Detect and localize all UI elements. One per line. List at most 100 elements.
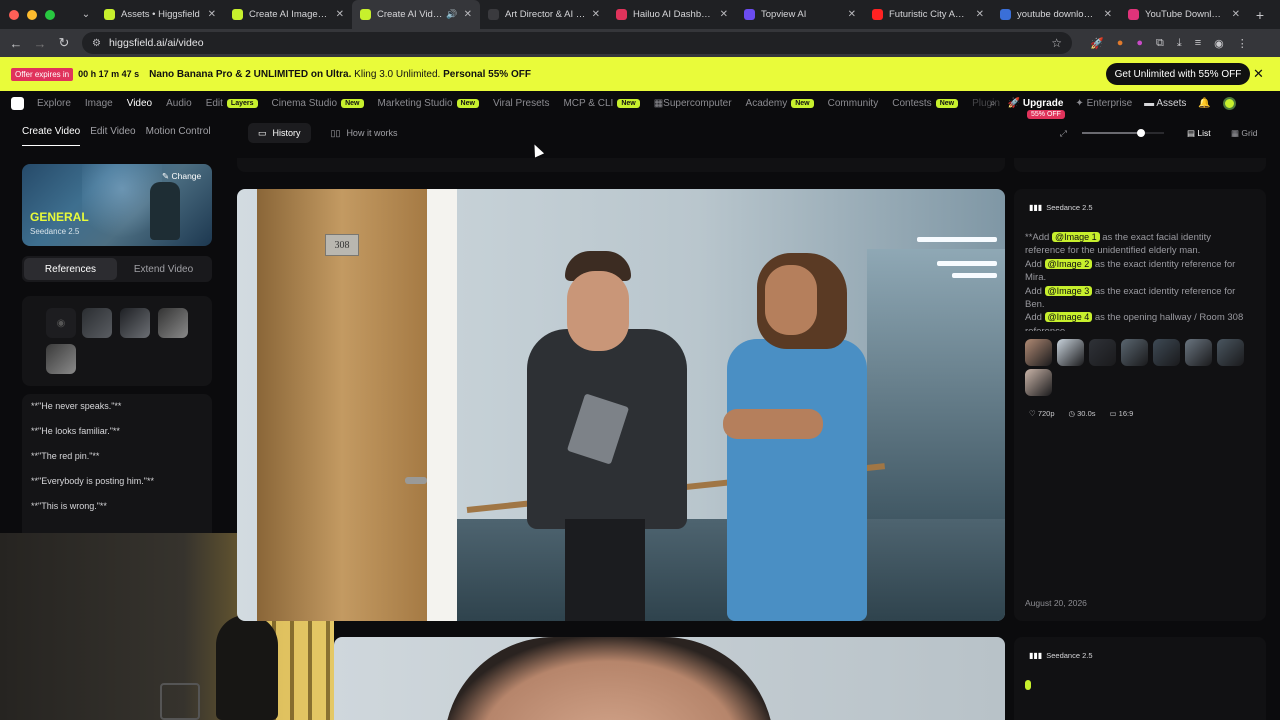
tab-audio-icon[interactable]: 🔊 [446, 9, 457, 20]
reference-thumbnail[interactable] [1121, 339, 1148, 366]
close-tab-icon[interactable]: ✕ [720, 9, 728, 20]
reference-thumbnail[interactable] [1025, 339, 1052, 366]
grid-view-button[interactable]: ▦ Grid [1231, 128, 1257, 139]
minimize-window-icon[interactable] [27, 9, 37, 20]
nav-item-edit[interactable]: Edit Layers [206, 98, 258, 109]
nav-item-video[interactable]: Video [127, 98, 152, 109]
browser-tab[interactable]: Create AI Videos 🔊 ✕ [352, 0, 480, 29]
nav-item-academy[interactable]: Academy New [746, 98, 814, 109]
reference-thumbnail[interactable] [1153, 339, 1180, 366]
nav-item-viral-presets[interactable]: Viral Presets [493, 98, 550, 109]
image-reference-tag[interactable]: @Image 3 [1044, 285, 1093, 296]
badge-extension-icon[interactable]: ● [1136, 37, 1143, 50]
browser-tab[interactable]: Assets • Higgsfield ✕ [96, 0, 224, 29]
close-tab-icon[interactable]: ✕ [976, 9, 984, 20]
browser-tab[interactable]: Topview AI ✕ [736, 0, 864, 29]
upgrade-button[interactable]: 🚀 Upgrade [1008, 98, 1064, 109]
close-tab-icon[interactable]: ✕ [1104, 9, 1112, 20]
image-reference-tag[interactable]: @Image 4 [1044, 312, 1093, 323]
references-tab[interactable]: References [24, 258, 117, 280]
reference-thumbnail[interactable] [46, 344, 76, 374]
browser-tab[interactable]: Art Director & AI Cre ✕ [480, 0, 608, 29]
avatar[interactable] [1222, 97, 1236, 110]
model-card[interactable]: ✎ Change GENERAL Seedance 2.5 [22, 164, 212, 246]
nav-item-contests[interactable]: Contests New [892, 98, 959, 109]
reference-thumbnail[interactable] [158, 308, 188, 338]
back-icon[interactable]: ← [4, 36, 28, 51]
nav-item-image[interactable]: Image [85, 98, 113, 109]
close-tab-icon[interactable]: ✕ [848, 9, 856, 20]
details-prompt[interactable]: **Add @Image 1 as the exact facial ident… [1025, 231, 1253, 331]
maximize-window-icon[interactable] [45, 9, 55, 20]
nav-item-marketing-studio[interactable]: Marketing Studio New [378, 98, 479, 109]
bookmark-star-icon[interactable]: ☆ [1051, 36, 1062, 50]
new-tab-button[interactable]: + [1248, 7, 1272, 23]
higgsfield-logo-icon[interactable] [11, 97, 24, 110]
download-icon[interactable]: ⤓ [1177, 37, 1182, 50]
enterprise-link[interactable]: ✦ Enterprise [1075, 98, 1132, 109]
generated-video[interactable]: 308 [237, 189, 1005, 621]
expand-icon[interactable]: ⤢ [1060, 128, 1067, 139]
browser-tab[interactable]: youtube download or ✕ [992, 0, 1120, 29]
browser-tab[interactable]: Hailuo AI Dashboard ✕ [608, 0, 736, 29]
close-window-icon[interactable] [9, 9, 19, 20]
extend-video-tab[interactable]: Extend Video [117, 258, 210, 280]
list-view-button[interactable]: ▤ List [1187, 128, 1211, 139]
rocket-extension-icon[interactable]: 🚀 [1090, 37, 1104, 50]
zoom-slider-handle[interactable] [1137, 129, 1146, 137]
close-tab-icon[interactable]: ✕ [336, 9, 344, 20]
zoom-slider[interactable] [1082, 129, 1164, 137]
search-icon[interactable]: ⌕ [990, 98, 996, 109]
reference-thumbnail[interactable] [120, 308, 150, 338]
get-unlimited-button[interactable]: Get Unlimited with 55% OFF [1106, 63, 1250, 85]
browser-menu-icon[interactable]: ⋮ [1237, 37, 1248, 50]
close-tab-icon[interactable]: ✕ [464, 9, 472, 20]
nav-item-community[interactable]: Community [828, 98, 879, 109]
tab-title: Assets • Higgsfield [121, 9, 200, 20]
browser-tab[interactable]: Create AI Images from ✕ [224, 0, 352, 29]
forward-icon[interactable]: → [28, 36, 52, 51]
tab-title: YouTube Downloader [1145, 9, 1226, 20]
how-it-works-button[interactable]: ▯▯ How it works [321, 123, 408, 143]
tab-list-chevron-icon[interactable]: ⌄ [76, 9, 96, 20]
address-bar[interactable]: ⚙ higgsfield.ai/ai/video ☆ [82, 32, 1072, 54]
nav-item-supercomputer[interactable]: ▦ Supercomputer [654, 98, 732, 109]
reference-thumbnail[interactable] [1185, 339, 1212, 366]
change-model-button[interactable]: ✎ Change [162, 171, 201, 182]
tab-motion-control[interactable]: Motion Control [146, 126, 211, 146]
details-prompt[interactable] [1025, 679, 1253, 709]
image-reference-tag[interactable]: @Image 2 [1044, 258, 1093, 269]
fox-extension-icon[interactable]: ● [1117, 37, 1124, 50]
profile-icon[interactable]: ◉ [1214, 37, 1224, 50]
image-reference-tag[interactable]: @Image 1 [1051, 232, 1100, 242]
reference-thumbnail[interactable] [82, 308, 112, 338]
close-tab-icon[interactable]: ✕ [592, 9, 600, 20]
add-reference-slot[interactable]: ◉ [46, 308, 76, 338]
nav-item-audio[interactable]: Audio [166, 98, 192, 109]
close-tab-icon[interactable]: ✕ [208, 9, 216, 20]
details-prompt-line: **Add @Image 1 as the exact facial ident… [1025, 232, 1212, 257]
reference-thumbnail[interactable] [1217, 339, 1244, 366]
close-promo-icon[interactable]: ✕ [1253, 66, 1264, 82]
tab-edit-video[interactable]: Edit Video [90, 126, 135, 146]
tab-search-icon[interactable]: ≡ [1195, 37, 1201, 50]
notifications-bell-icon[interactable]: 🔔 [1198, 98, 1210, 109]
next-generated-video[interactable] [334, 637, 1005, 720]
image-reference-tag[interactable] [1025, 680, 1031, 690]
tab-create-video[interactable]: Create Video [22, 126, 81, 146]
nav-item-mcp-cli[interactable]: MCP & CLI New [563, 98, 640, 109]
reload-icon[interactable]: ↻ [52, 35, 76, 51]
prompt-textarea[interactable]: **"He never speaks."** **"He looks famil… [22, 394, 212, 544]
reference-thumbnail[interactable] [1025, 369, 1052, 396]
assets-link[interactable]: ▬ Assets [1144, 98, 1186, 109]
nav-item-explore[interactable]: Explore [37, 98, 71, 109]
reference-thumbnail[interactable] [1057, 339, 1084, 366]
history-button[interactable]: ▭ History [248, 123, 311, 143]
close-tab-icon[interactable]: ✕ [1232, 9, 1240, 20]
site-info-icon[interactable]: ⚙ [92, 38, 101, 49]
puzzle-extensions-icon[interactable]: ⧉ [1156, 37, 1164, 50]
browser-tab[interactable]: Futuristic City Ambie ✕ [864, 0, 992, 29]
browser-tab[interactable]: YouTube Downloader ✕ [1120, 0, 1248, 29]
reference-thumbnail[interactable] [1089, 339, 1116, 366]
nav-item-cinema-studio[interactable]: Cinema Studio New [272, 98, 364, 109]
